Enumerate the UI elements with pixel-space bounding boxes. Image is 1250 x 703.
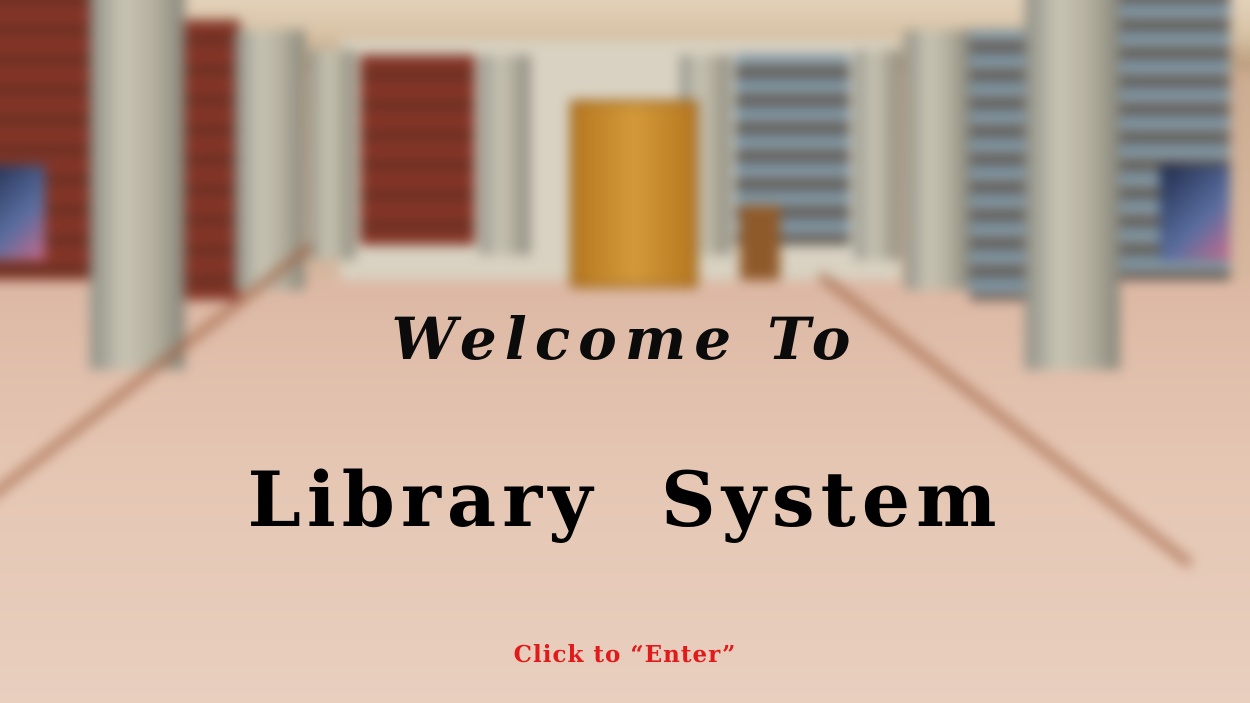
welcome-heading: Welcome To bbox=[391, 305, 859, 373]
app-title: Library System bbox=[247, 455, 1003, 544]
splash-screen: Welcome To Library System Click to “Ente… bbox=[0, 0, 1250, 703]
enter-link[interactable]: Click to “Enter” bbox=[0, 641, 1250, 668]
